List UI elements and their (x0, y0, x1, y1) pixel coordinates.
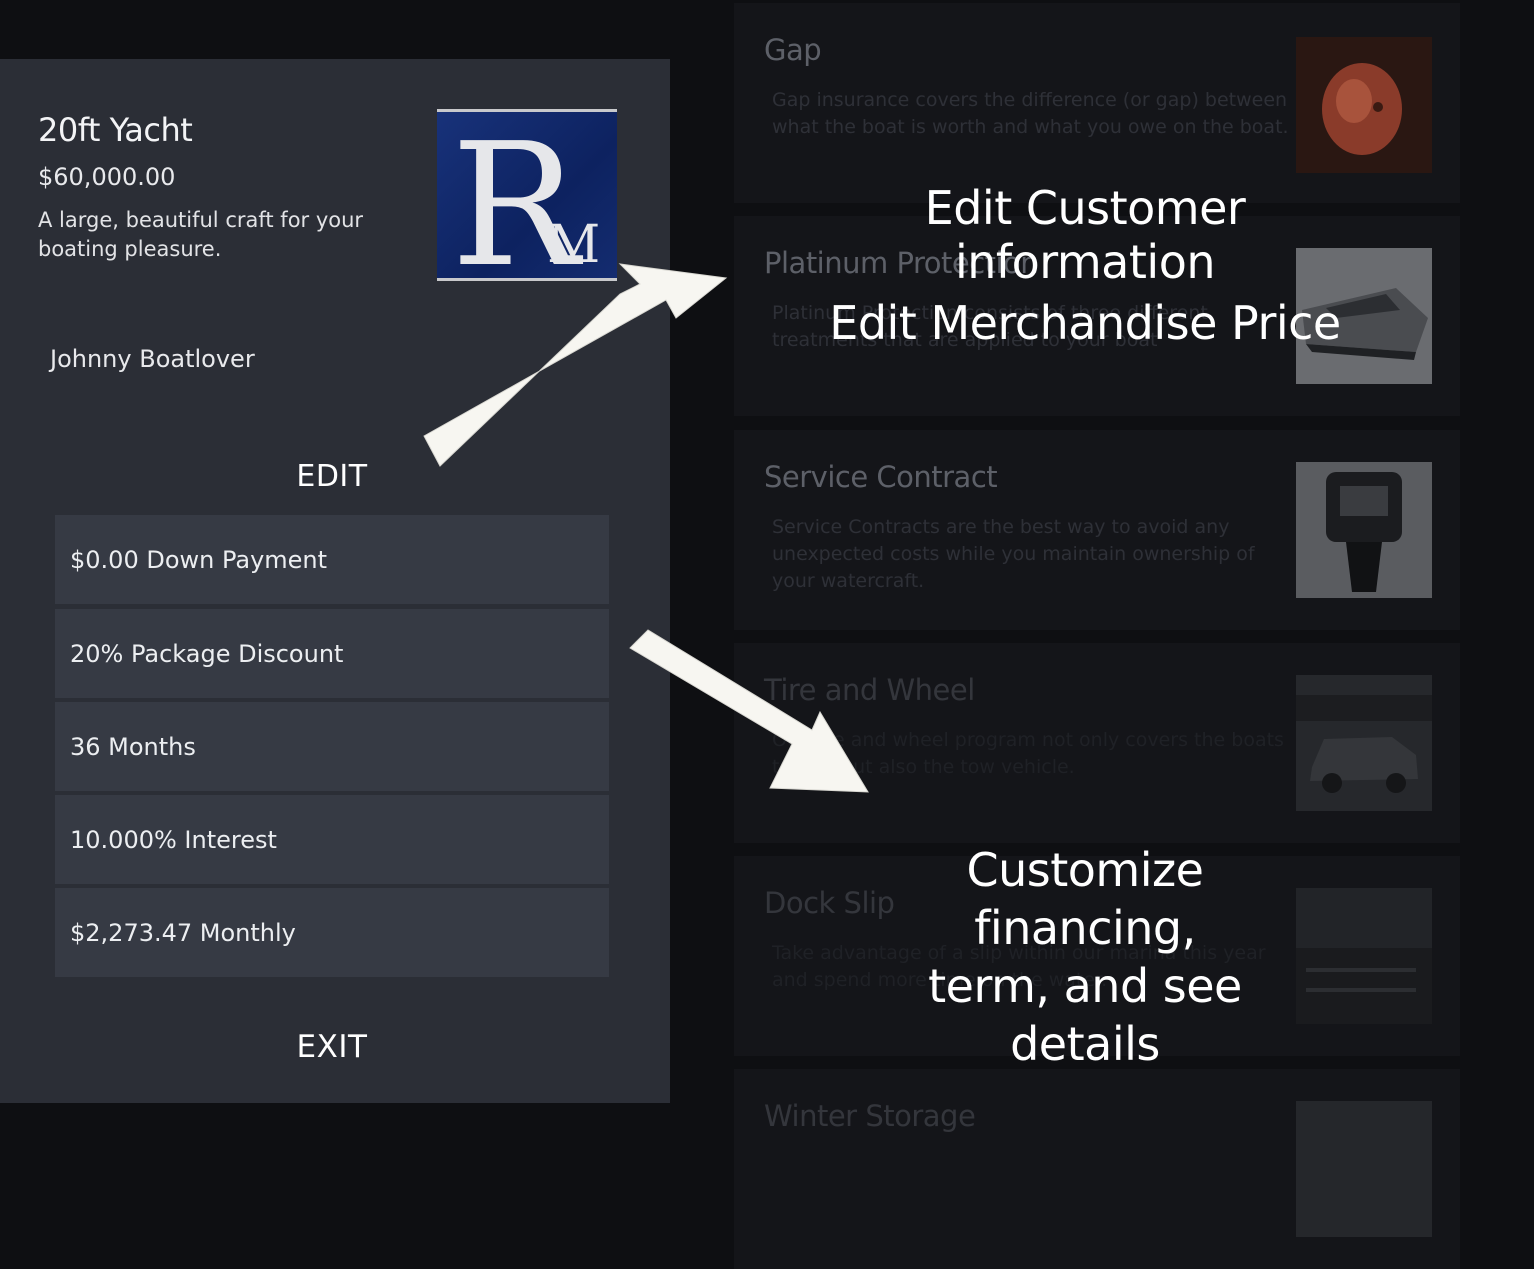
down-payment-row[interactable]: $0.00 Down Payment (55, 515, 609, 604)
piggy-bank-icon (1296, 37, 1432, 173)
product-title: Gap (764, 33, 822, 67)
item-title: 20ft Yacht (38, 111, 193, 149)
product-description: Gap insurance covers the difference (or … (772, 89, 1289, 138)
annotation-edit-customer: Edit Customer information (924, 181, 1246, 289)
product-description: Service Contracts are the best way to av… (772, 516, 1255, 592)
customer-name[interactable]: Johnny Boatlover (50, 345, 255, 373)
product-title: Service Contract (764, 460, 998, 494)
exit-button[interactable]: EXIT (55, 1029, 609, 1065)
storage-icon (1296, 1101, 1432, 1237)
logo-letter-m: M (547, 215, 600, 275)
product-card-tire-and-wheel[interactable]: Tire and Wheel Our tire and wheel progra… (734, 643, 1460, 843)
annotation-edit-price: Edit Merchandise Price (829, 296, 1341, 350)
product-title: Winter Storage (764, 1099, 976, 1133)
product-card-winter-storage[interactable]: Winter Storage (734, 1069, 1460, 1269)
outboard-motor-icon (1296, 462, 1432, 598)
monthly-payment-row[interactable]: $2,273.47 Monthly (55, 888, 609, 977)
product-card-gap[interactable]: Gap Gap insurance covers the difference … (734, 3, 1460, 203)
detail-panel: 20ft Yacht $60,000.00 A large, beautiful… (0, 59, 670, 1103)
edit-button[interactable]: EDIT (55, 459, 609, 494)
item-description: A large, beautiful craft for your boatin… (38, 208, 364, 261)
annotation-customize-line1: Customize financing, (966, 843, 1204, 955)
annotation-customize: Customize financing, term, and see detai… (850, 841, 1320, 1073)
package-discount-row[interactable]: 20% Package Discount (55, 609, 609, 698)
item-price[interactable]: $60,000.00 (38, 163, 175, 191)
product-description: Our tire and wheel program not only cove… (772, 729, 1284, 778)
annotation-customize-line2: term, and see details (928, 959, 1242, 1071)
truck-icon (1296, 675, 1432, 811)
product-card-service-contract[interactable]: Service Contract Service Contracts are t… (734, 430, 1460, 630)
company-logo: R M (437, 107, 617, 305)
interest-rate-row[interactable]: 10.000% Interest (55, 795, 609, 884)
term-months-row[interactable]: 36 Months (55, 702, 609, 791)
product-title: Tire and Wheel (764, 673, 975, 707)
